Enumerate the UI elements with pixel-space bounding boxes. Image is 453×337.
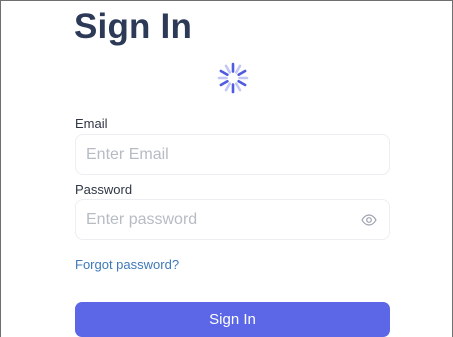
spinner-spoke (219, 79, 229, 87)
sign-in-panel: Sign In Email Password Forgot password? … (0, 0, 453, 337)
eye-icon[interactable] (361, 213, 377, 227)
email-label: Email (75, 116, 108, 131)
spinner-spoke (234, 64, 242, 74)
password-label: Password (75, 182, 133, 197)
spinner-spoke (234, 82, 242, 92)
loading-spinner-icon (217, 62, 249, 94)
forgot-password-link[interactable]: Forgot password? (75, 257, 179, 273)
spinner-spoke (219, 69, 229, 77)
email-field-box (75, 134, 390, 175)
sign-in-button[interactable]: Sign In (75, 302, 390, 337)
email-input[interactable] (76, 135, 389, 174)
spinner-spoke (237, 69, 247, 77)
page-title: Sign In (74, 7, 193, 46)
spinner-spoke (224, 64, 232, 74)
spinner-spoke (224, 82, 232, 92)
spinner-spoke (237, 79, 247, 87)
password-input[interactable] (76, 200, 389, 239)
password-field-box (75, 199, 390, 240)
